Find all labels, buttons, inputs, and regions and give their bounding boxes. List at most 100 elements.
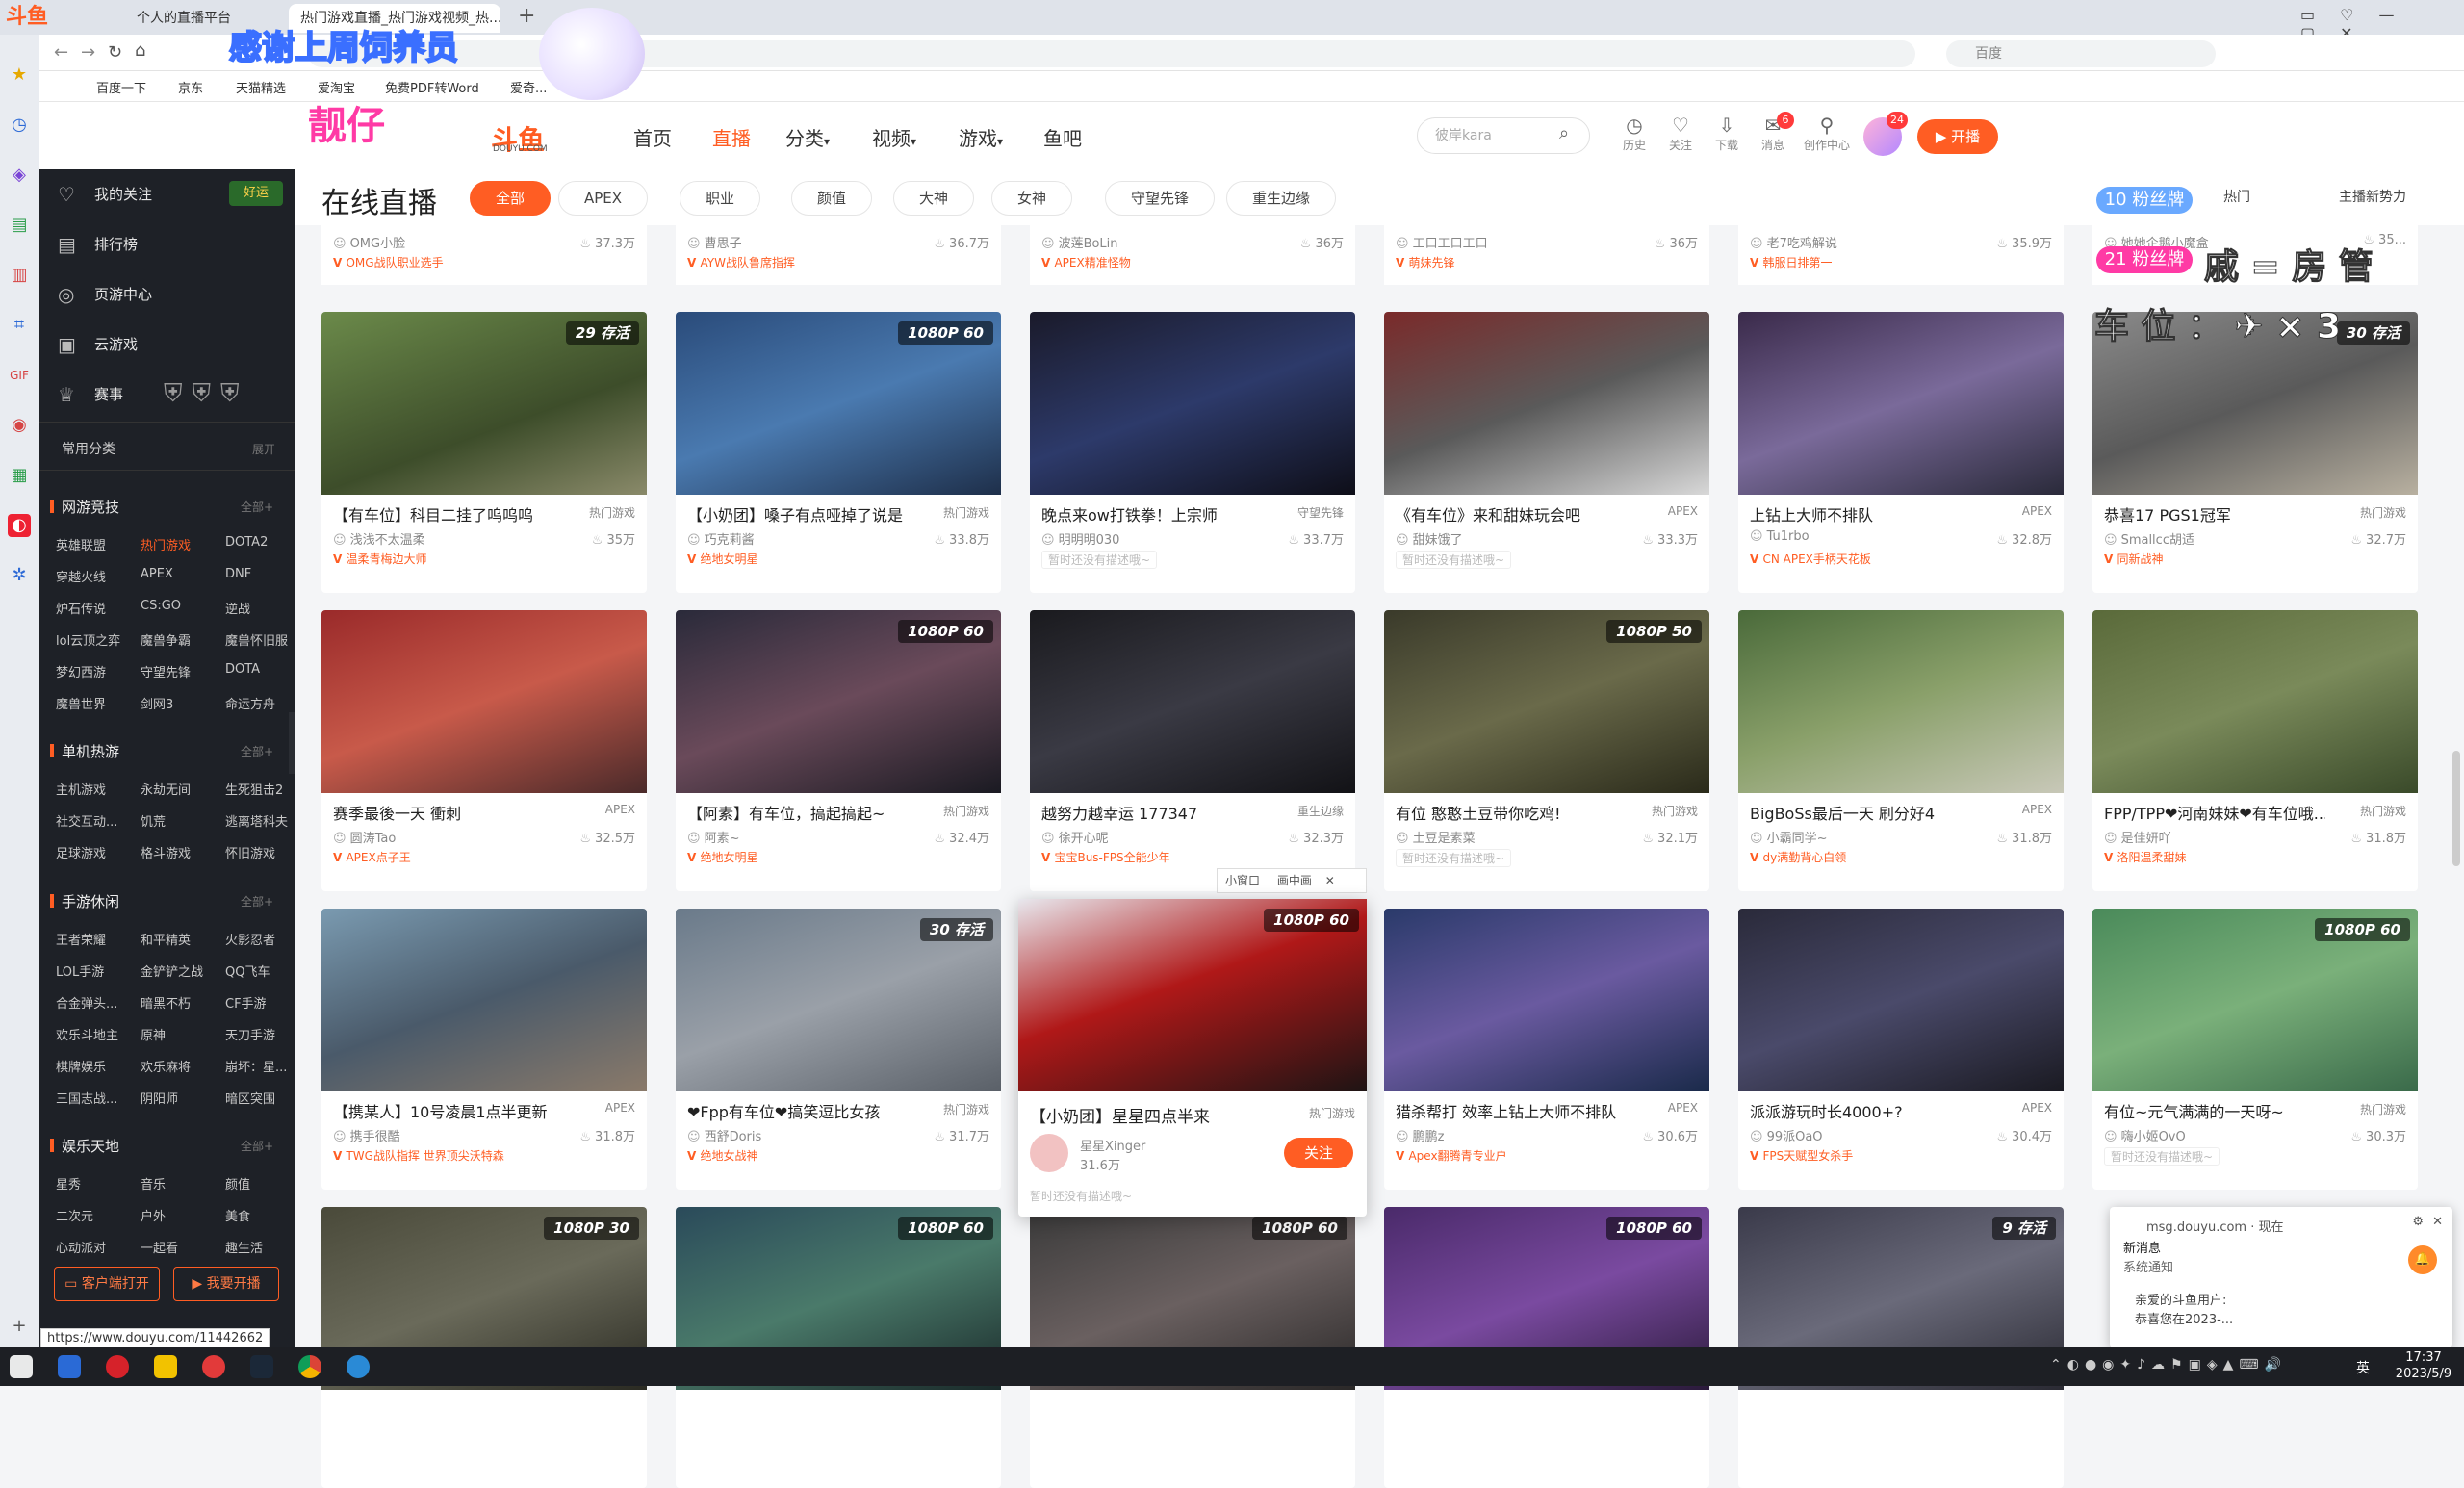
category-link[interactable]: 和平精英 xyxy=(141,930,191,948)
stream-thumbnail[interactable] xyxy=(1384,909,1709,1091)
stream-card[interactable]: 晚点来ow打铁拳！上宗师 守望先锋明明明030 33.7万暂时还没有描述哦~ xyxy=(1030,312,1355,593)
category-link[interactable]: 欢乐斗地主 xyxy=(56,1025,118,1043)
scrollbar[interactable] xyxy=(2452,751,2460,866)
stream-thumbnail[interactable] xyxy=(1030,312,1355,495)
category-link[interactable]: QQ飞车 xyxy=(225,962,270,980)
stream-card-partial[interactable]: 波莲BoLin 36万 APEX精准怪物 xyxy=(1030,225,1355,285)
category-link[interactable]: 心动派对 xyxy=(56,1238,106,1256)
reload-icon[interactable]: ↻ xyxy=(108,42,122,63)
stream-card[interactable]: 1080P 60 【小奶团】嗓子有点哑掉了说是 热门游戏巧克莉酱 33.8万绝地女明星 xyxy=(676,312,1001,593)
category-link[interactable]: 暗黑不朽 xyxy=(141,993,191,1012)
back-icon[interactable]: ← xyxy=(54,42,68,63)
category-link[interactable]: 音乐 xyxy=(141,1174,166,1193)
apps-icon[interactable]: ▦ xyxy=(8,464,31,487)
bookmark-1[interactable]: 百度一下 xyxy=(96,78,146,96)
bookmark-6[interactable]: 爱奇... xyxy=(510,78,547,96)
stream-thumbnail[interactable] xyxy=(1738,312,2064,495)
category-link[interactable]: 户外 xyxy=(141,1206,166,1224)
close-icon[interactable]: ✕ xyxy=(1325,874,1335,887)
filter-tag[interactable]: 守望先锋 xyxy=(1105,181,1216,216)
category-link[interactable]: 原神 xyxy=(141,1025,166,1043)
stream-card[interactable]: 29 存活【有车位】科目二挂了呜呜呜 热门游戏浅浅不太温柔 35万温柔青梅边大师 xyxy=(321,312,647,593)
category-link[interactable]: 社交互动... xyxy=(56,811,117,830)
add-icon[interactable]: + xyxy=(8,1315,31,1338)
category-link[interactable]: 主机游戏 xyxy=(56,780,106,798)
stream-card[interactable]: 《有车位》来和甜妹玩会吧 APEX 甜妹饿了 33.3万暂时还没有描述哦~ xyxy=(1384,312,1709,593)
category-link[interactable]: DOTA2 xyxy=(225,535,268,550)
stream-thumbnail[interactable] xyxy=(1738,610,2064,793)
sidebar-item-webgame[interactable]: ◎ 页游中心 xyxy=(38,269,295,320)
taskbar-app-icon[interactable] xyxy=(154,1355,177,1378)
hover-preview-card[interactable]: 1080P 60 【小奶团】星星四点半来 热门游戏 星星Xinger 31.6万… xyxy=(1018,899,1367,1217)
category-link[interactable]: 火影忍者 xyxy=(225,930,275,948)
search-icon[interactable]: ⌕ xyxy=(1559,123,1569,143)
expand-common[interactable]: 展开 xyxy=(252,441,275,457)
go-live-button[interactable]: ▶ 我要开播 xyxy=(173,1267,279,1301)
nav-home[interactable]: 首页 xyxy=(633,123,672,151)
star-icon[interactable]: ★ xyxy=(8,64,31,87)
category-link[interactable]: 趣生活 xyxy=(225,1238,263,1256)
sidebar-item-cloudgame[interactable]: ▣ 云游戏 xyxy=(38,320,295,370)
category-link[interactable]: 王者荣耀 xyxy=(56,930,106,948)
stream-thumbnail[interactable] xyxy=(321,610,647,793)
chrome-icon[interactable] xyxy=(298,1355,321,1378)
category-link[interactable]: 守望先锋 xyxy=(141,662,191,680)
category-link[interactable]: APEX xyxy=(141,567,173,581)
pip-button[interactable]: 画中画 xyxy=(1277,874,1312,887)
category-link[interactable]: 美食 xyxy=(225,1206,250,1224)
stream-thumbnail[interactable] xyxy=(2092,610,2418,793)
mini-player-controls[interactable]: 小窗口 画中画 ✕ xyxy=(1217,868,1367,893)
category-link[interactable]: 足球游戏 xyxy=(56,843,106,861)
filter-tag[interactable]: 职业 xyxy=(680,181,761,216)
nav-video[interactable]: 视频▾ xyxy=(872,123,916,151)
category-link[interactable]: 天刀手游 xyxy=(225,1025,275,1043)
stream-card[interactable]: 派派游玩时长4000+? APEX 99派OaO 30.4万 FPS天赋型女杀手 xyxy=(1738,909,2064,1190)
group-more-entertain[interactable]: 全部+ xyxy=(241,1138,273,1154)
bag-icon[interactable]: ◈ xyxy=(8,164,31,187)
group-more-mobile[interactable]: 全部+ xyxy=(241,893,273,910)
gif-icon[interactable]: GIF xyxy=(8,364,31,387)
category-link[interactable]: 逃离塔科夫 xyxy=(225,811,288,830)
follow-list-button[interactable]: ♡ 关注 xyxy=(1659,114,1702,153)
stream-card[interactable]: BigBoSs最后一天 刷分好4 APEX 小霸同学~ 31.8万 dy满勤背心白领 xyxy=(1738,610,2064,891)
stream-card[interactable]: 猎杀帮打 效率上钻上大师不排队 APEX 鹏鹏z 30.6万 Apex翻腾青专业户 xyxy=(1384,909,1709,1190)
category-link[interactable]: DNF xyxy=(225,567,251,581)
filter-tag[interactable]: 全部 xyxy=(470,181,552,216)
category-link[interactable]: 魔兽怀旧服 xyxy=(225,630,288,649)
sidebar-item-rank[interactable]: ▤ 排行榜 xyxy=(38,219,295,269)
home-icon[interactable]: ⌂ xyxy=(135,40,145,61)
category-link[interactable]: lol云顶之弈 xyxy=(56,630,120,649)
stream-card-partial[interactable]: 老7吃鸡解说 35.9万韩服日排第一 xyxy=(1738,225,2064,285)
nav-fishbar[interactable]: 鱼吧 xyxy=(1043,123,1082,151)
open-client-button[interactable]: ▭ 客户端打开 xyxy=(54,1267,160,1301)
windows-start-icon[interactable] xyxy=(10,1355,33,1378)
start-live-button[interactable]: ▶ 开播 xyxy=(1917,119,1998,154)
close-icon[interactable]: ✕ xyxy=(2432,1215,2443,1229)
stream-card[interactable]: 30 存活 ❤Fpp有车位❤搞笑逗比女孩 热门游戏西舒Doris 31.7万绝地女战神 xyxy=(676,909,1001,1190)
category-link[interactable]: 梦幻西游 xyxy=(56,662,106,680)
douyu-icon[interactable]: ◐ xyxy=(8,514,31,537)
stream-thumbnail[interactable] xyxy=(1738,909,2064,1091)
clock[interactable]: 17:37 2023/5/9 xyxy=(2385,1349,2462,1382)
category-link[interactable]: 二次元 xyxy=(56,1206,93,1224)
browser-search-input[interactable]: 百度 xyxy=(1946,40,2216,67)
creator-button[interactable]: ⚲ 创作中心 xyxy=(1800,114,1854,153)
category-link[interactable]: 英雄联盟 xyxy=(56,535,106,553)
stream-card[interactable]: 30 存活恭喜17 PGS1冠军 热门游戏 Smallcc胡适 32.7万同新战神 xyxy=(2092,312,2418,593)
category-link[interactable]: 炉石传说 xyxy=(56,599,106,617)
category-link[interactable]: 逆战 xyxy=(225,599,250,617)
clock-icon[interactable]: ◷ xyxy=(8,114,31,137)
stream-card[interactable]: 1080P 60 【阿素】有车位，搞起搞起~ 热门游戏阿素~ 32.4万绝地女明星 xyxy=(676,610,1001,891)
download-button[interactable]: ⇩ 下载 xyxy=(1706,114,1748,153)
taskbar-app-icon[interactable] xyxy=(346,1355,370,1378)
stream-thumbnail[interactable] xyxy=(321,909,647,1091)
taskbar-app-icon[interactable] xyxy=(202,1355,225,1378)
category-link[interactable]: 热门游戏 xyxy=(141,535,191,553)
category-link[interactable]: 金铲铲之战 xyxy=(141,962,203,980)
bookmark-2[interactable]: 京东 xyxy=(178,78,203,96)
category-link[interactable]: DOTA xyxy=(225,662,260,677)
stream-card[interactable]: 越努力越幸运 177347 重生边缘徐开心呢 32.3万宝宝Bus-FPS全能少年 xyxy=(1030,610,1355,891)
stream-card[interactable]: 1080P 50 有位 憨憨土豆带你吃鸡! 热门游戏土豆是素菜 32.1万暂时还没有描… xyxy=(1384,610,1709,891)
crop-icon[interactable]: ⌗ xyxy=(8,314,31,337)
category-link[interactable]: 星秀 xyxy=(56,1174,81,1193)
